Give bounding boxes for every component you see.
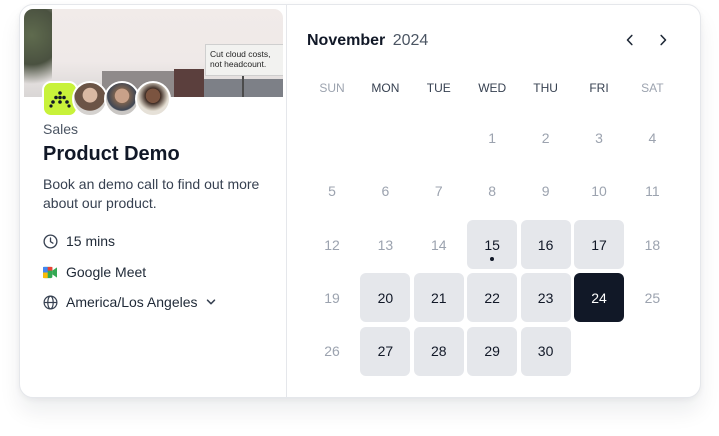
calendar-day: 2 [521, 113, 571, 162]
available-day[interactable]: 21 [413, 273, 464, 323]
day-number: 3 [595, 129, 603, 146]
day-number: 2 [541, 129, 550, 146]
available-day[interactable]: 22 [467, 273, 518, 323]
available-day[interactable]: 29 [467, 326, 518, 376]
avatar [72, 81, 108, 117]
billboard-text: Cut cloud costs, not headcount. [205, 44, 283, 76]
day-number: 20 [377, 289, 394, 306]
available-day[interactable]: 20 [360, 273, 411, 323]
logo-dots-icon [49, 91, 71, 108]
calendar-day: 9 [521, 166, 571, 215]
weekday-header-sun: SUN [319, 81, 345, 95]
day-number: 18 [644, 236, 661, 253]
day-number: 24 [591, 289, 607, 306]
day-number: 27 [377, 343, 394, 360]
day-number: 28 [431, 343, 447, 360]
calendar-day: 13 [360, 220, 410, 269]
event-title: Product Demo [43, 143, 180, 165]
day-number: 30 [537, 343, 554, 360]
day-number: 25 [644, 289, 661, 306]
day-number: 7 [434, 182, 443, 199]
event-details-panel: Cut cloud costs, not headcount. Sales Pr… [20, 5, 287, 397]
calendar-day: 14 [414, 220, 464, 269]
event-duration: 15 mins [43, 233, 115, 249]
calendar-day: 19 [307, 273, 357, 322]
calendar-panel: November 2024 SUN MON TUE WED THU FRI SAT 1 2 3 4 5… [288, 5, 700, 397]
calendar-day: 8 [467, 166, 517, 215]
day-number: 19 [324, 289, 340, 306]
year-label: 2024 [392, 32, 429, 49]
day-number: 12 [324, 236, 340, 253]
day-number: 22 [484, 289, 500, 306]
event-location: Google Meet [43, 264, 146, 280]
today-indicator [490, 257, 495, 261]
calendar-day: 1 [467, 113, 517, 162]
weekday-header-sat: SAT [641, 81, 664, 95]
day-number: 21 [431, 289, 447, 306]
timezone-selector[interactable]: America/Los Angeles [43, 294, 216, 310]
calendar-day: 4 [627, 113, 677, 162]
clock-icon [43, 233, 58, 249]
available-day[interactable]: 15 [467, 220, 518, 269]
event-category: Sales [43, 121, 79, 137]
weekday-header-wed: WED [478, 81, 507, 95]
available-day[interactable]: 16 [520, 220, 571, 269]
day-number: 13 [377, 236, 394, 253]
timezone-label: America/Los Angeles [66, 294, 198, 310]
previous-month-button[interactable] [619, 31, 641, 53]
globe-icon [43, 295, 58, 310]
day-number: 26 [324, 343, 340, 360]
day-number: 15 [484, 236, 500, 253]
month-label: November [307, 32, 386, 49]
calendar-day: 5 [307, 166, 357, 215]
available-day[interactable]: 27 [360, 326, 411, 376]
calendar-day: 7 [414, 166, 464, 215]
chevron-right-icon [658, 33, 668, 51]
next-month-button[interactable] [652, 31, 674, 53]
calendar-day: 25 [627, 273, 677, 322]
booking-card: Cut cloud costs, not headcount. Sales Pr… [19, 4, 701, 398]
weekday-header-mon: MON [371, 81, 400, 95]
day-number: 10 [591, 182, 607, 199]
google-meet-icon [43, 266, 58, 279]
day-number: 4 [648, 129, 657, 146]
day-number: 1 [488, 129, 497, 146]
location-label: Google Meet [66, 264, 147, 280]
day-number: 23 [537, 289, 554, 306]
available-day[interactable]: 23 [520, 273, 571, 323]
day-number: 5 [328, 182, 336, 199]
chevron-left-icon [625, 33, 635, 51]
day-number: 16 [537, 236, 554, 253]
calendar-day: 18 [627, 220, 677, 269]
calendar-day: 6 [360, 166, 410, 215]
weekday-header-fri: FRI [589, 81, 609, 95]
calendar-day: 12 [307, 220, 357, 269]
calendar-day: 11 [627, 166, 677, 215]
day-number: 6 [381, 182, 390, 199]
calendar-day: 26 [307, 327, 357, 376]
day-number: 8 [488, 182, 497, 199]
day-number: 14 [431, 236, 447, 253]
weekday-header-thu: THU [533, 81, 558, 95]
calendar-month-title: November 2024 [307, 32, 428, 50]
calendar-day: 10 [574, 166, 624, 215]
avatar [135, 81, 171, 117]
chevron-down-icon [206, 297, 216, 307]
day-number: 29 [484, 343, 500, 360]
calendar-day: 3 [574, 113, 624, 162]
day-number: 9 [541, 182, 550, 199]
available-day[interactable]: 30 [520, 326, 571, 376]
weekday-header-tue: TUE [426, 81, 451, 95]
day-number: 17 [591, 236, 607, 253]
day-number: 11 [645, 182, 660, 199]
available-day[interactable]: 17 [574, 220, 624, 269]
event-description: Book an demo call to find out more about… [43, 176, 260, 211]
available-day[interactable]: 28 [413, 326, 464, 376]
duration-label: 15 mins [66, 233, 116, 249]
selected-day[interactable]: 24 [574, 273, 624, 323]
